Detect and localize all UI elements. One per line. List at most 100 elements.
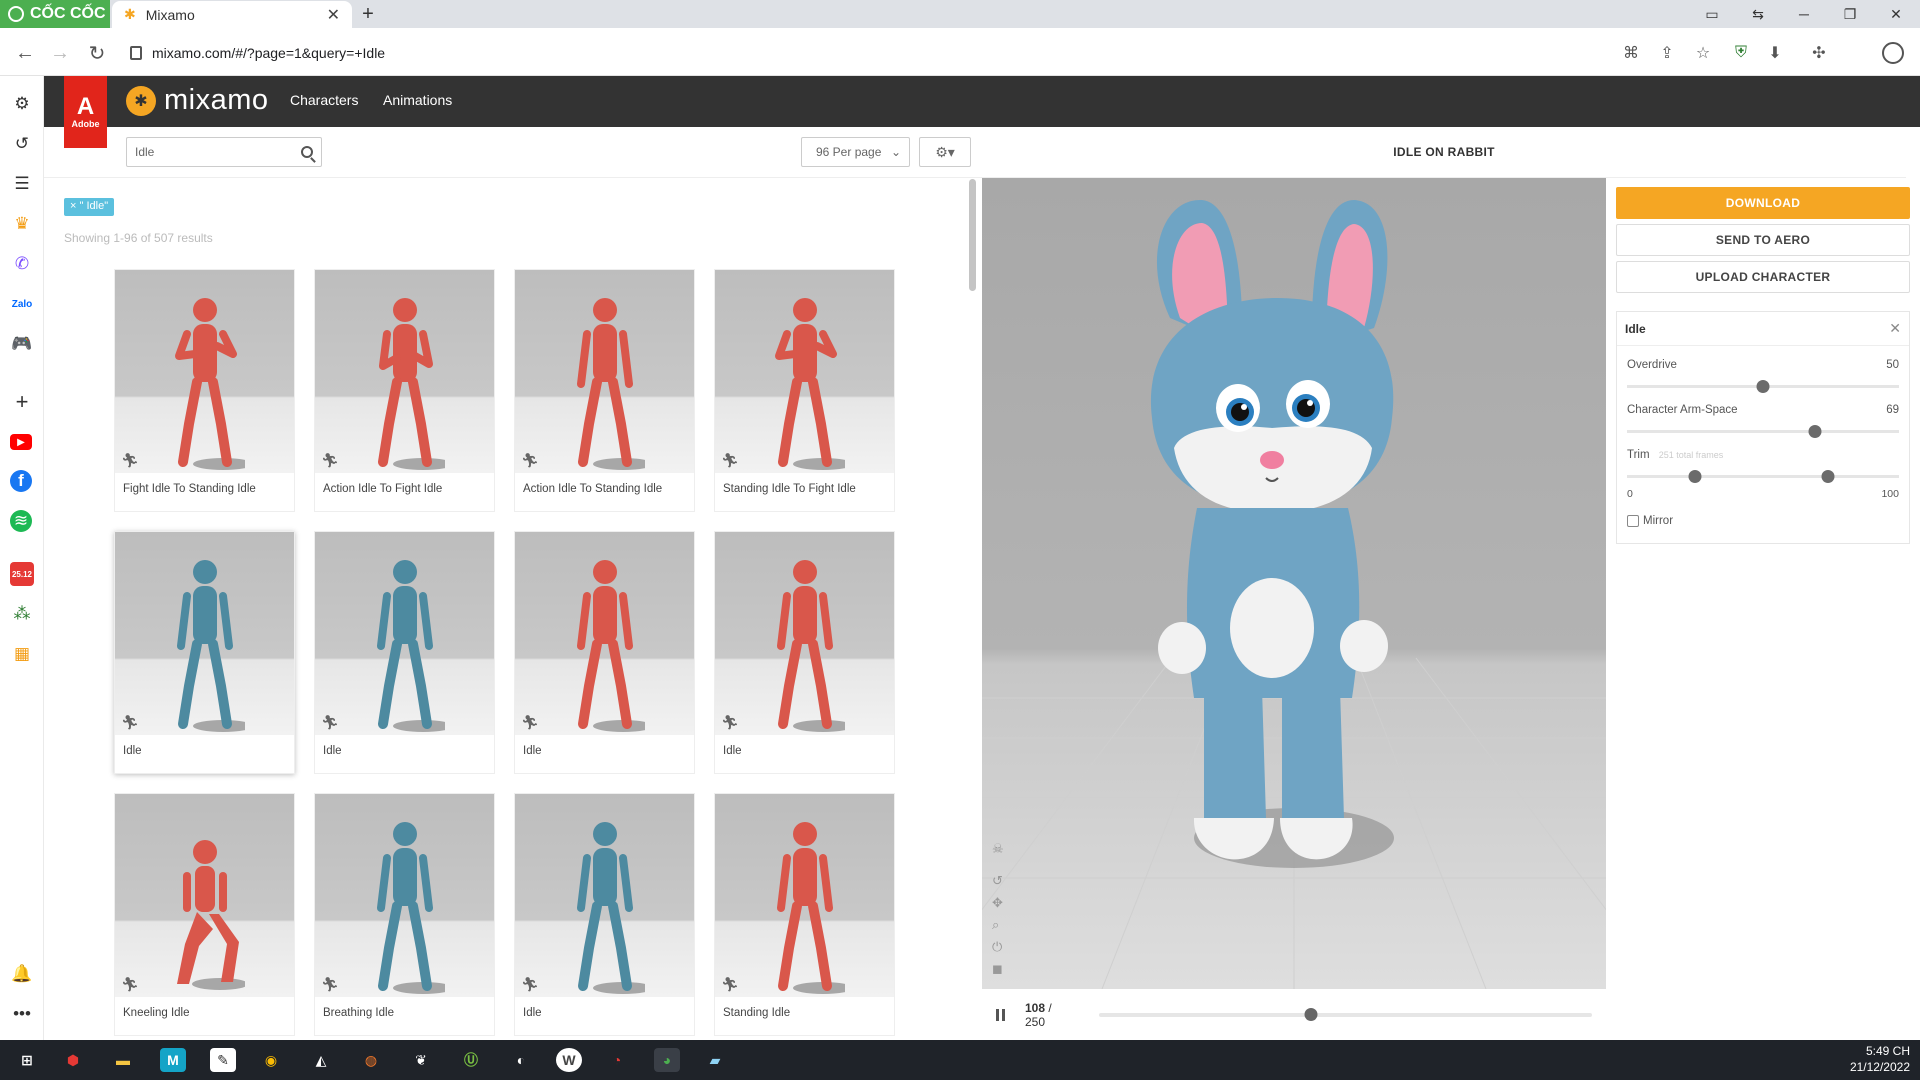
trim-start-knob[interactable] — [1688, 470, 1702, 483]
animation-card[interactable]: 🏃︎ Action Idle To Fight Idle — [314, 269, 495, 512]
upwork-icon[interactable]: Ⓤ — [458, 1048, 484, 1072]
animation-thumbnail[interactable]: 🏃︎ — [315, 794, 494, 997]
animation-card[interactable]: 🏃︎ Idle — [514, 793, 695, 1036]
translate-icon[interactable]: ⌘ — [1620, 42, 1642, 64]
download-icon[interactable]: ⬇ — [1764, 42, 1786, 64]
w-app-icon[interactable]: W — [556, 1048, 582, 1072]
timeline-slider[interactable] — [1098, 1007, 1592, 1021]
settings-gear-icon[interactable]: ⚙ — [10, 92, 34, 116]
nav-characters[interactable]: Characters — [290, 92, 358, 108]
pan-icon[interactable]: ✥ — [992, 895, 1004, 911]
reset-view-icon[interactable]: ↺ — [992, 873, 1004, 889]
bookmark-star-icon[interactable]: ☆ — [1692, 42, 1714, 64]
overdrive-slider-knob[interactable] — [1756, 380, 1770, 393]
youtube-icon[interactable]: ▶ — [10, 434, 32, 450]
file-explorer-icon[interactable]: ▬ — [110, 1048, 136, 1072]
game-controller-icon[interactable]: 🎮 — [10, 332, 34, 356]
animation-card[interactable]: 🏃︎ Idle — [114, 531, 295, 774]
tab-search-icon[interactable]: ⇆ — [1736, 0, 1780, 28]
animation-thumbnail[interactable]: 🏃︎ — [315, 270, 494, 473]
share-icon[interactable]: ⇪ — [1656, 42, 1678, 64]
security-app-icon[interactable]: ⬢ — [60, 1048, 86, 1072]
history-icon[interactable]: ↺ — [10, 132, 34, 156]
power-icon[interactable]: ⏻ — [992, 939, 1004, 955]
search-input[interactable]: Idle — [126, 137, 322, 167]
animation-thumbnail[interactable]: 🏃︎ — [715, 532, 894, 735]
animation-thumbnail[interactable]: 🏃︎ — [515, 532, 694, 735]
close-tab-icon[interactable]: ✕ — [327, 5, 340, 25]
upload-character-button[interactable]: UPLOAD CHARACTER — [1616, 261, 1910, 293]
overdrive-slider[interactable] — [1627, 380, 1899, 393]
skeleton-toggle-icon[interactable]: ☠ — [992, 841, 1004, 857]
close-window-button[interactable]: ✕ — [1874, 0, 1918, 28]
per-page-select[interactable]: 96 Per page ⌄ — [801, 137, 910, 167]
extensions-puzzle-icon[interactable]: ✣ — [1808, 42, 1830, 64]
unity-app-icon[interactable]: ◭ — [308, 1048, 334, 1072]
nav-animations[interactable]: Animations — [383, 92, 452, 108]
results-scrollbar[interactable] — [969, 179, 976, 291]
shopping-icon[interactable]: 25.12 — [10, 562, 34, 586]
notification-bell-icon[interactable]: 🔔 — [10, 962, 34, 986]
new-tab-button[interactable]: + — [356, 2, 380, 26]
animation-thumbnail[interactable]: 🏃︎ — [715, 794, 894, 997]
mixamo-logo[interactable]: ✱ mixamo — [126, 84, 269, 117]
coccoc-active-icon[interactable]: ◕ — [654, 1048, 680, 1072]
chart-app-icon[interactable]: ▦ — [10, 642, 34, 666]
zoom-icon[interactable]: ⌕ — [992, 917, 1004, 933]
browser-tab-mixamo[interactable]: ✱ Mixamo ✕ — [112, 1, 352, 28]
search-tag-chip[interactable]: × " Idle" — [64, 198, 115, 216]
arm-space-slider-knob[interactable] — [1808, 425, 1822, 438]
animation-thumbnail[interactable]: 🏃︎ — [315, 532, 494, 735]
back-button[interactable]: ← — [12, 40, 38, 66]
trim-end-knob[interactable] — [1821, 470, 1835, 483]
animation-card[interactable]: 🏃︎ Idle — [514, 531, 695, 774]
cluster-icon[interactable]: ⁂ — [10, 602, 34, 626]
add-sidebar-item-icon[interactable]: + — [10, 389, 34, 414]
reading-list-icon[interactable]: ☰ — [10, 172, 34, 196]
crown-icon[interactable]: ♛ — [10, 212, 34, 236]
messenger-icon[interactable]: ✆ — [10, 252, 34, 276]
notes-app-icon[interactable]: ▰ — [702, 1048, 728, 1072]
zalo-icon[interactable]: Zalo — [10, 292, 34, 316]
animation-card[interactable]: 🏃︎ Action Idle To Standing Idle — [514, 269, 695, 512]
character-viewport[interactable]: ☠ ↺ ✥ ⌕ ⏻ ◼ — [982, 178, 1606, 989]
windows-start-icon[interactable]: ⊞ — [14, 1048, 40, 1072]
reload-button[interactable]: ↻ — [84, 40, 110, 66]
more-options-icon[interactable]: ••• — [10, 1002, 34, 1026]
animation-card[interactable]: 🏃︎ Standing Idle — [714, 793, 895, 1036]
animation-card[interactable]: 🏃︎ Standing Idle To Fight Idle — [714, 269, 895, 512]
send-to-aero-button[interactable]: SEND TO AERO — [1616, 224, 1910, 256]
system-clock[interactable]: 5:49 CH 21/12/2022 — [1850, 1043, 1910, 1075]
animation-thumbnail[interactable]: 🏃︎ — [115, 794, 294, 997]
search-icon[interactable] — [301, 146, 313, 158]
animation-card[interactable]: 🏃︎ Fight Idle To Standing Idle — [114, 269, 295, 512]
maya-app-icon[interactable]: M — [160, 1048, 186, 1072]
download-button[interactable]: DOWNLOAD — [1616, 187, 1910, 219]
trim-slider[interactable] — [1627, 470, 1899, 483]
github-icon[interactable]: ◐ — [508, 1048, 534, 1072]
camera-icon[interactable]: ◼ — [992, 961, 1004, 977]
view-settings-button[interactable]: ⚙▾ — [919, 137, 971, 167]
pause-icon[interactable] — [996, 1008, 1005, 1021]
adobe-logo[interactable]: A Adobe — [64, 76, 107, 148]
brain-app-icon[interactable]: ❦ — [408, 1048, 434, 1072]
spotify-icon[interactable]: ≋ — [10, 510, 32, 532]
animation-card[interactable]: 🏃︎ Idle — [714, 531, 895, 774]
mirror-checkbox[interactable] — [1627, 515, 1639, 527]
timeline-knob[interactable] — [1304, 1007, 1318, 1021]
animation-card[interactable]: 🏃︎ Breathing Idle — [314, 793, 495, 1036]
paint-app-icon[interactable]: ✎ — [210, 1048, 236, 1072]
url-field[interactable]: mixamo.com/#/?page=1&query=+Idle — [130, 40, 385, 66]
close-icon[interactable]: ✕ — [1889, 320, 1901, 337]
animation-thumbnail[interactable]: 🏃︎ — [715, 270, 894, 473]
restore-button[interactable]: ❐ — [1828, 0, 1872, 28]
arm-space-slider[interactable] — [1627, 425, 1899, 438]
profile-avatar-icon[interactable] — [1882, 42, 1904, 64]
chrome-icon[interactable]: ◉ — [258, 1048, 284, 1072]
animation-card[interactable]: 🏃︎ Kneeling Idle — [114, 793, 295, 1036]
mirror-option[interactable]: Mirror — [1627, 515, 1673, 527]
animation-card[interactable]: 🏃︎ Idle — [314, 531, 495, 774]
animation-thumbnail[interactable]: 🏃︎ — [115, 532, 294, 735]
remove-tag-icon[interactable]: × — [70, 200, 76, 212]
minimize-button[interactable]: ─ — [1782, 0, 1826, 28]
